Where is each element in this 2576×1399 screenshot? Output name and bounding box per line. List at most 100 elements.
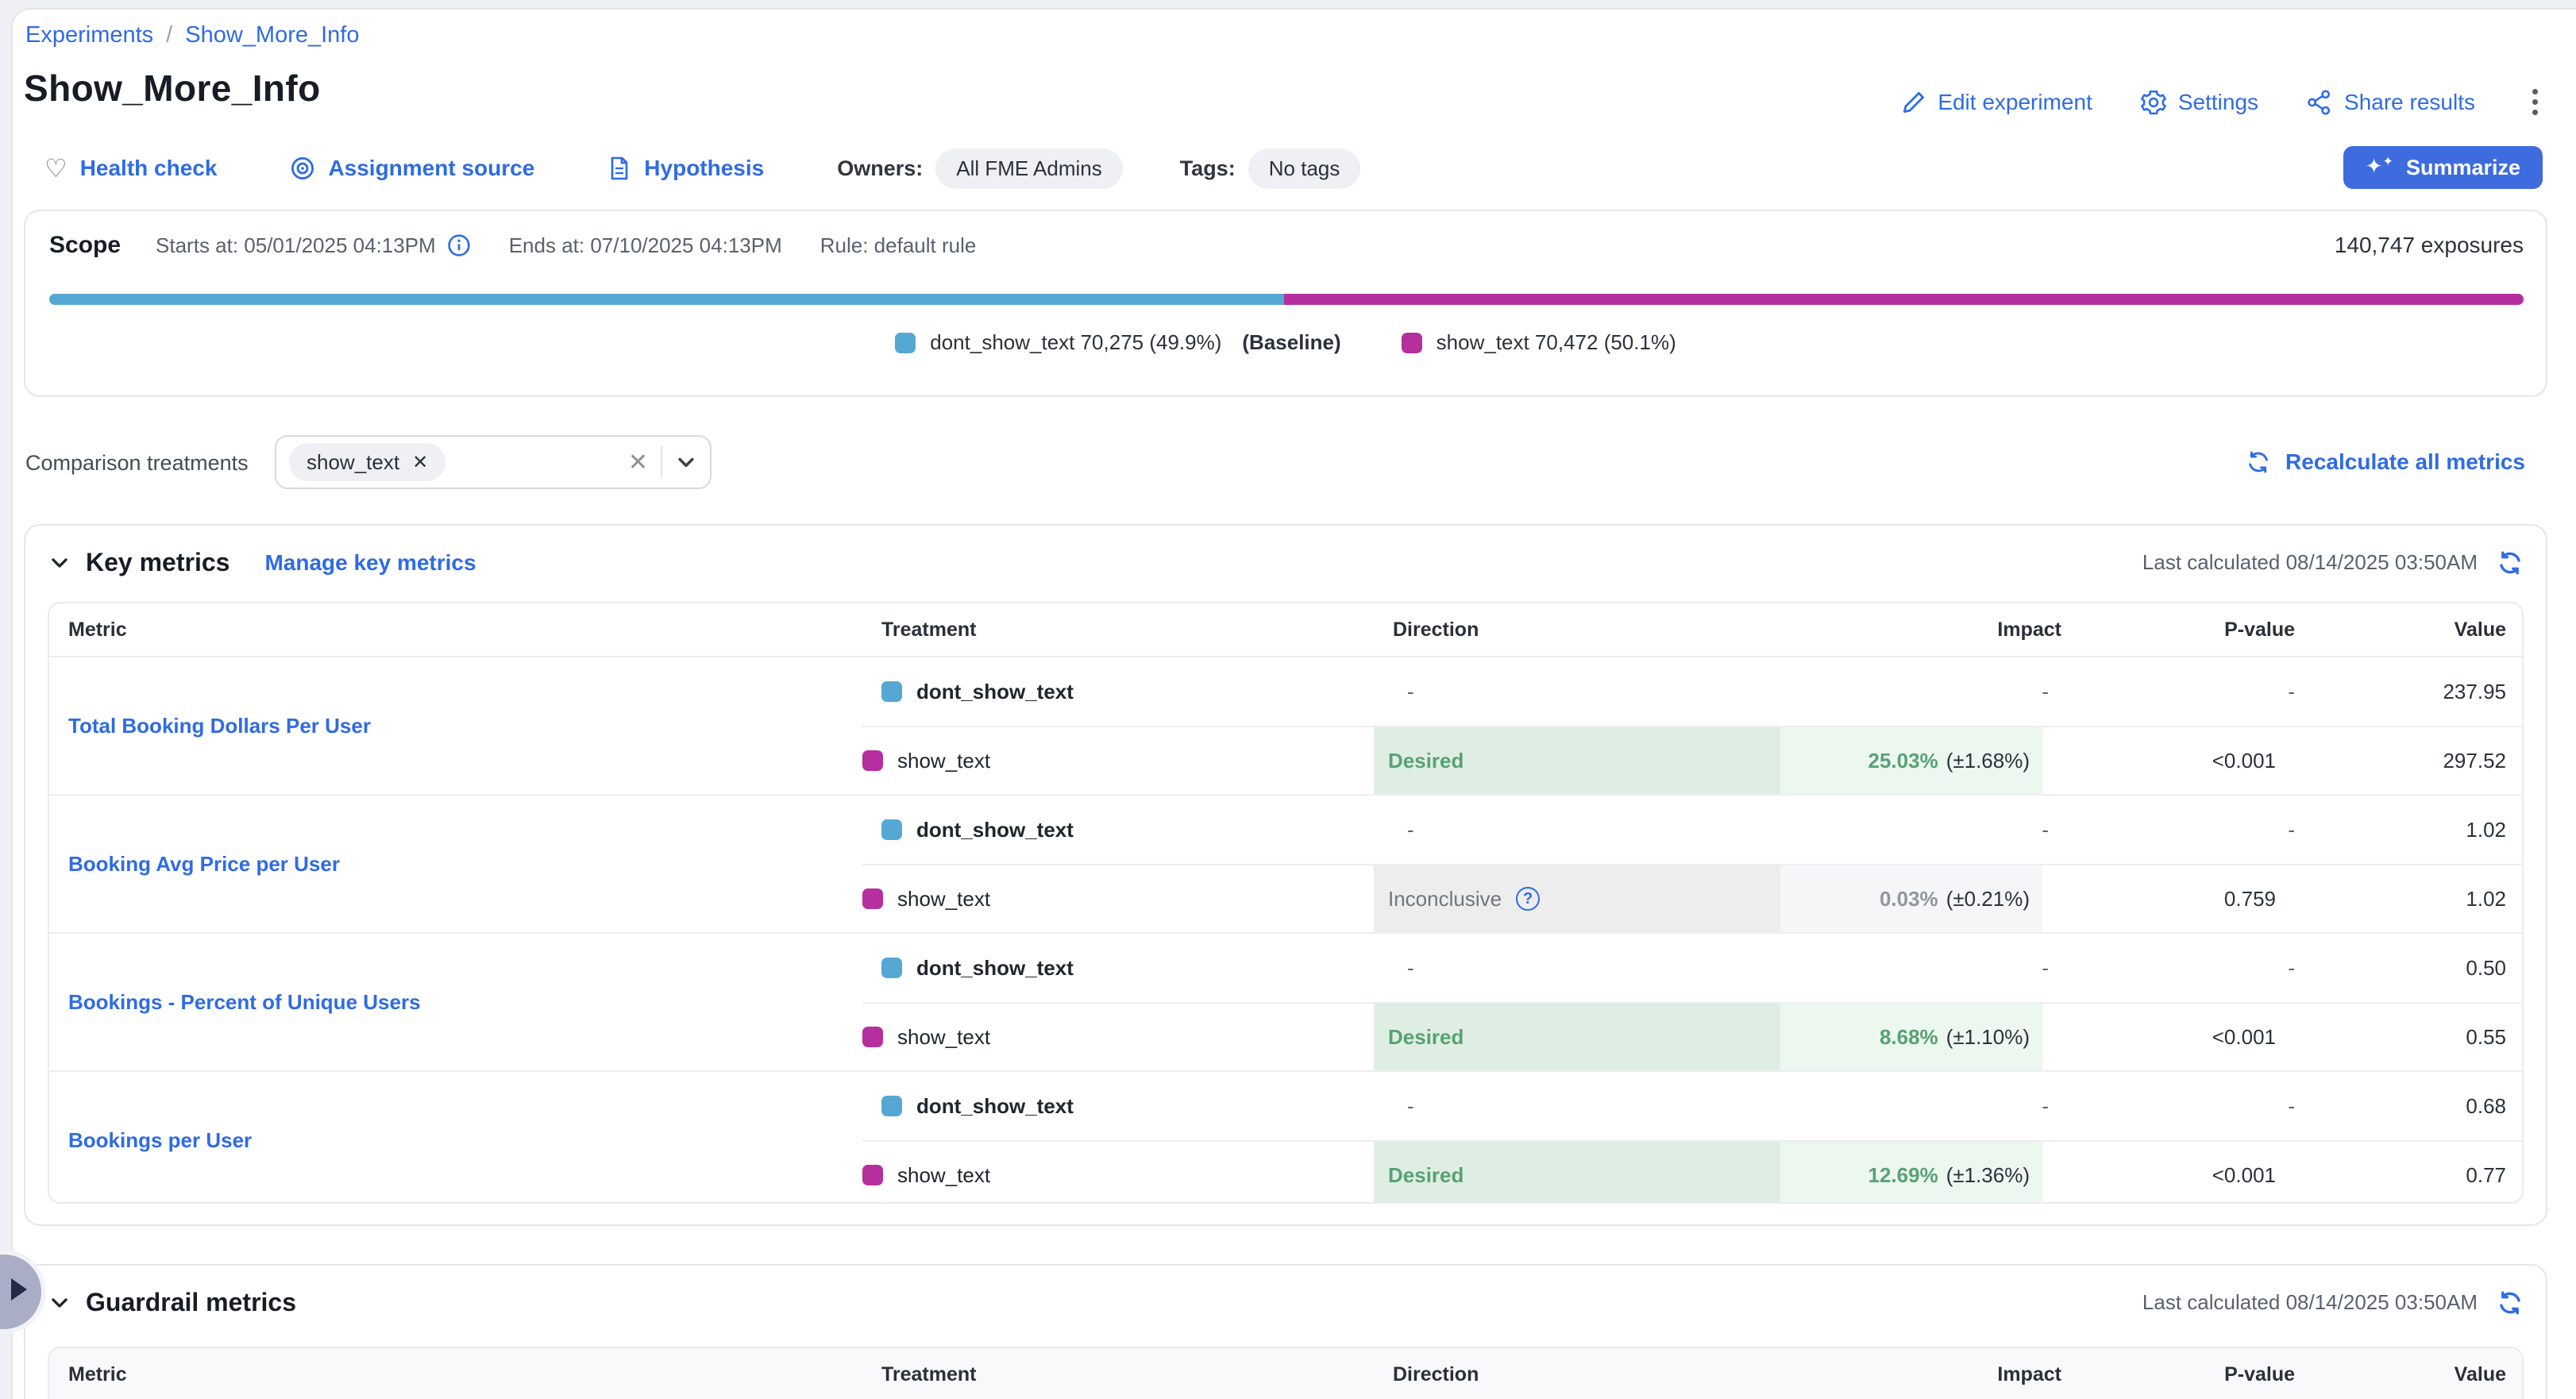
chevron-down-icon[interactable]: [675, 451, 697, 473]
comparison-treatments-select[interactable]: show_text ✕ ✕: [275, 435, 711, 489]
treatment-swatch: [862, 1165, 883, 1185]
pvalue-cell: -: [2061, 657, 2295, 726]
manage-key-metrics-link[interactable]: Manage key metrics: [264, 550, 476, 576]
treatment-swatch: [1402, 333, 1422, 353]
value-cell: 297.52: [2276, 727, 2522, 794]
breadcrumb-experiments[interactable]: Experiments: [25, 22, 153, 48]
table-row: dont_show_text---0.68: [49, 1072, 2522, 1140]
share-results-button[interactable]: Share results: [2306, 89, 2475, 116]
metric-link[interactable]: Booking Avg Price per User: [68, 796, 340, 932]
recalculate-label: Recalculate all metrics: [2285, 449, 2525, 475]
direction-cell: -: [1393, 1072, 1799, 1140]
key-metrics-header[interactable]: Key metrics: [49, 548, 229, 577]
recalculate-all-metrics-button[interactable]: Recalculate all metrics: [2246, 449, 2525, 475]
value-cell: 0.50: [2295, 934, 2522, 1002]
kebab-menu-icon[interactable]: [2523, 83, 2547, 121]
col-metric: Metric: [68, 619, 881, 642]
impact-value: -: [2042, 1094, 2049, 1119]
table-row: show_textDesired8.68%(±1.10%)<0.0010.55: [862, 1002, 2522, 1070]
sparkles-icon: ✦✦: [2366, 156, 2393, 176]
assignment-source-label: Assignment source: [328, 156, 534, 181]
breadcrumb: Experiments / Show_More_Info: [25, 22, 359, 48]
treatment-name: dont_show_text: [916, 956, 1074, 981]
impact-value: 8.68%: [1880, 1025, 1938, 1050]
summarize-button[interactable]: ✦✦ Summarize: [2343, 146, 2543, 189]
info-icon[interactable]: [447, 233, 471, 257]
owners-pill[interactable]: All FME Admins: [935, 148, 1123, 189]
table-row: dont_show_text---237.95: [49, 657, 2522, 726]
assignment-source-link[interactable]: Assignment source: [290, 156, 534, 181]
scope-card: Scope Starts at: 05/01/2025 04:13PM Ends…: [24, 210, 2547, 397]
settings-label: Settings: [2178, 90, 2258, 115]
col-value: Value: [2295, 1363, 2522, 1386]
exposure-split-bar: [49, 294, 2524, 305]
edit-experiment-button[interactable]: Edit experiment: [1901, 90, 2092, 115]
table-header: Metric Treatment Direction Impact P-valu…: [49, 603, 2522, 657]
treatment-cell: dont_show_text: [881, 934, 1393, 1002]
share-results-label: Share results: [2344, 90, 2475, 115]
treatment-cell: dont_show_text: [881, 796, 1393, 864]
metric-link[interactable]: Bookings - Percent of Unique Users: [68, 934, 421, 1070]
impact-cell: -: [1799, 1072, 2061, 1140]
treatment-cell: dont_show_text: [881, 657, 1393, 726]
impact-value: -: [2042, 818, 2049, 842]
value-cell: 1.02: [2295, 796, 2522, 864]
clear-icon[interactable]: ✕: [628, 449, 648, 476]
impact-cell: -: [1799, 934, 2061, 1002]
treatment-name: dont_show_text: [916, 818, 1074, 842]
col-value: Value: [2295, 619, 2522, 642]
pvalue-cell: <0.001: [2042, 1142, 2276, 1204]
scope-starts-at: Starts at: 05/01/2025 04:13PM: [156, 233, 471, 258]
baseline-swatch: [895, 333, 916, 353]
value-cell: 0.77: [2276, 1142, 2522, 1204]
value-cell: 0.68: [2295, 1072, 2522, 1140]
gear-icon: [2140, 89, 2167, 116]
treatment-swatch: [881, 819, 902, 840]
metric-link[interactable]: Bookings per User: [68, 1072, 252, 1204]
pvalue-value: -: [2288, 680, 2295, 704]
treatment-name: show_text: [897, 1025, 990, 1050]
impact-cell: 25.03% (±1.68%): [1780, 727, 2042, 794]
col-pvalue: P-value: [2061, 1363, 2295, 1386]
metric-group: Bookings - Percent of Unique Users dont_s…: [49, 934, 2522, 1072]
guardrail-metrics-header[interactable]: Guardrail metrics: [49, 1288, 296, 1317]
page: Experiments / Show_More_Info Show_More_I…: [0, 0, 2576, 1399]
table-row: dont_show_text---1.02: [49, 796, 2522, 864]
impact-cell: 12.69% (±1.36%): [1780, 1142, 2042, 1204]
settings-button[interactable]: Settings: [2140, 89, 2258, 116]
col-impact: Impact: [1799, 619, 2061, 642]
table-row: show_textDesired12.69%(±1.36%)<0.0010.77: [862, 1140, 2522, 1204]
scope-title: Scope: [49, 232, 121, 259]
comparison-treatments-label: Comparison treatments: [25, 451, 249, 476]
breadcrumb-current[interactable]: Show_More_Info: [185, 22, 359, 48]
refresh-icon[interactable]: [2497, 1289, 2524, 1316]
refresh-icon[interactable]: [2497, 549, 2524, 576]
health-check-link[interactable]: ♡ Health check: [44, 156, 217, 181]
refresh-icon: [2246, 449, 2271, 475]
impact-ci: (±1.36%): [1946, 1163, 2030, 1188]
col-pvalue: P-value: [2061, 619, 2295, 642]
impact-ci: (±1.68%): [1946, 749, 2030, 773]
hypothesis-link[interactable]: Hypothesis: [607, 156, 764, 181]
treatment-swatch: [881, 958, 902, 978]
pvalue-value: -: [2288, 1094, 2295, 1119]
treatment-chip[interactable]: show_text ✕: [289, 443, 445, 481]
impact-value: 25.03%: [1868, 749, 1938, 773]
treatment-cell: show_text: [862, 1142, 1374, 1204]
chip-remove-icon[interactable]: ✕: [412, 451, 428, 474]
metric-group: Bookings per Userdont_show_text---0.68sh…: [49, 1072, 2522, 1204]
treatment-name: show_text: [897, 749, 990, 773]
treatment-name: show_text: [897, 887, 990, 911]
treatment-swatch: [881, 1096, 902, 1116]
question-icon[interactable]: ?: [1516, 887, 1540, 911]
tags-pill[interactable]: No tags: [1248, 148, 1361, 189]
metric-link[interactable]: Total Booking Dollars Per User: [68, 657, 371, 794]
breadcrumb-separator: /: [166, 22, 172, 48]
treatment-swatch: [862, 888, 883, 909]
impact-value: 12.69%: [1868, 1163, 1938, 1188]
direction-cell: Desired: [1374, 727, 1780, 794]
pvalue-cell: -: [2061, 1072, 2295, 1140]
pvalue-value: <0.001: [2212, 1163, 2276, 1188]
pvalue-cell: <0.001: [2042, 1004, 2276, 1070]
treatment-cell: show_text: [862, 1004, 1374, 1070]
